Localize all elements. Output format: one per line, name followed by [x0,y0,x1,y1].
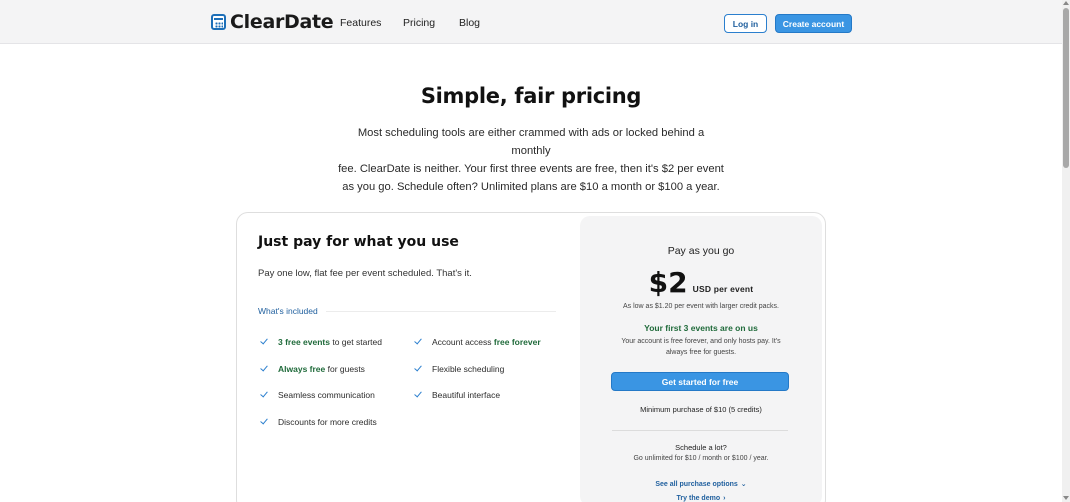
feature-text: for guests [325,364,365,374]
check-icon [414,390,424,400]
divider [326,311,556,312]
hero-description: Most scheduling tools are either crammed… [338,124,724,196]
minimum-purchase-note: Minimum purchase of $10 (5 credits) [640,405,762,414]
check-icon [260,337,270,347]
hero-description-line: as you go. Schedule often? Unlimited pla… [342,181,720,193]
feature-item: Discounts for more credits [260,417,377,427]
unlimited-plan-note: Go unlimited for $10 / month or $100 / y… [633,455,769,462]
scrollbar-thumb[interactable] [1063,8,1069,168]
logo[interactable]: ClearDate [211,11,334,33]
link-label: Try the demo [676,495,721,502]
nav-features-link[interactable]: Features [340,17,381,29]
hero-description-line: fee. ClearDate is neither. Your first th… [338,163,724,175]
link-label: See all purchase options [655,481,738,488]
check-icon [260,364,270,374]
price-row: $2 USD per event [580,266,822,299]
check-icon [414,337,424,347]
create-account-button[interactable]: Create account [775,14,852,33]
scroll-down-arrow-icon[interactable] [1063,496,1069,500]
check-icon [260,390,270,400]
feature-item: Flexible scheduling [414,364,504,374]
plan-subtitle: Pay one low, flat fee per event schedule… [258,268,472,279]
feature-text: to get started [329,337,382,347]
get-started-button[interactable]: Get started for free [611,372,789,391]
price-unit: USD per event [692,284,754,294]
feature-text: Account access [432,337,494,347]
nav-pricing-link[interactable]: Pricing [403,17,435,29]
plan-title: Just pay for what you use [258,234,459,250]
check-icon [260,417,270,427]
divider [612,430,788,431]
feature-text: Discounts for more credits [278,417,377,427]
nav-blog-link[interactable]: Blog [459,17,480,29]
schedule-lot-heading: Schedule a lot? [675,443,727,452]
panel-title: Pay as you go [667,245,735,257]
try-demo-link[interactable]: Try the demo › [580,495,822,502]
top-navbar: ClearDate Features Pricing Blog Log in C… [0,0,1062,44]
scroll-up-arrow-icon[interactable] [1063,1,1069,5]
chevron-right-icon: › [723,495,726,502]
page-scrollbar[interactable] [1062,0,1070,502]
feature-item: Account access free forever [414,337,541,347]
whats-included-label: What's included [258,306,318,316]
feature-item: Seamless communication [260,390,375,400]
feature-text: Seamless communication [278,390,375,400]
free-account-note: Your account is free forever, and only h… [621,338,781,356]
chevron-down-icon: ⌄ [740,481,747,488]
see-purchase-options-link[interactable]: See all purchase options ⌄ [580,480,822,488]
feature-text: Flexible scheduling [432,364,505,374]
logo-text: ClearDate [230,11,334,33]
hero-description-line: Most scheduling tools are either crammed… [357,127,705,157]
page-title: Simple, fair pricing [420,84,642,108]
check-icon [414,364,424,374]
calendar-logo-icon [211,14,226,30]
feature-bold: 3 free events [278,337,330,347]
feature-text: Beautiful interface [432,390,501,400]
feature-item: Always free for guests [260,364,365,374]
feature-bold: free forever [493,337,541,347]
feature-item: Beautiful interface [414,390,500,400]
login-button[interactable]: Log in [724,14,767,33]
feature-bold: Always free [278,364,326,374]
credit-pack-note: As low as $1.20 per event with larger cr… [622,303,780,310]
feature-item: 3 free events to get started [260,337,382,347]
free-events-heading: Your first 3 events are on us [644,323,758,333]
price-amount: $2 [648,266,688,299]
